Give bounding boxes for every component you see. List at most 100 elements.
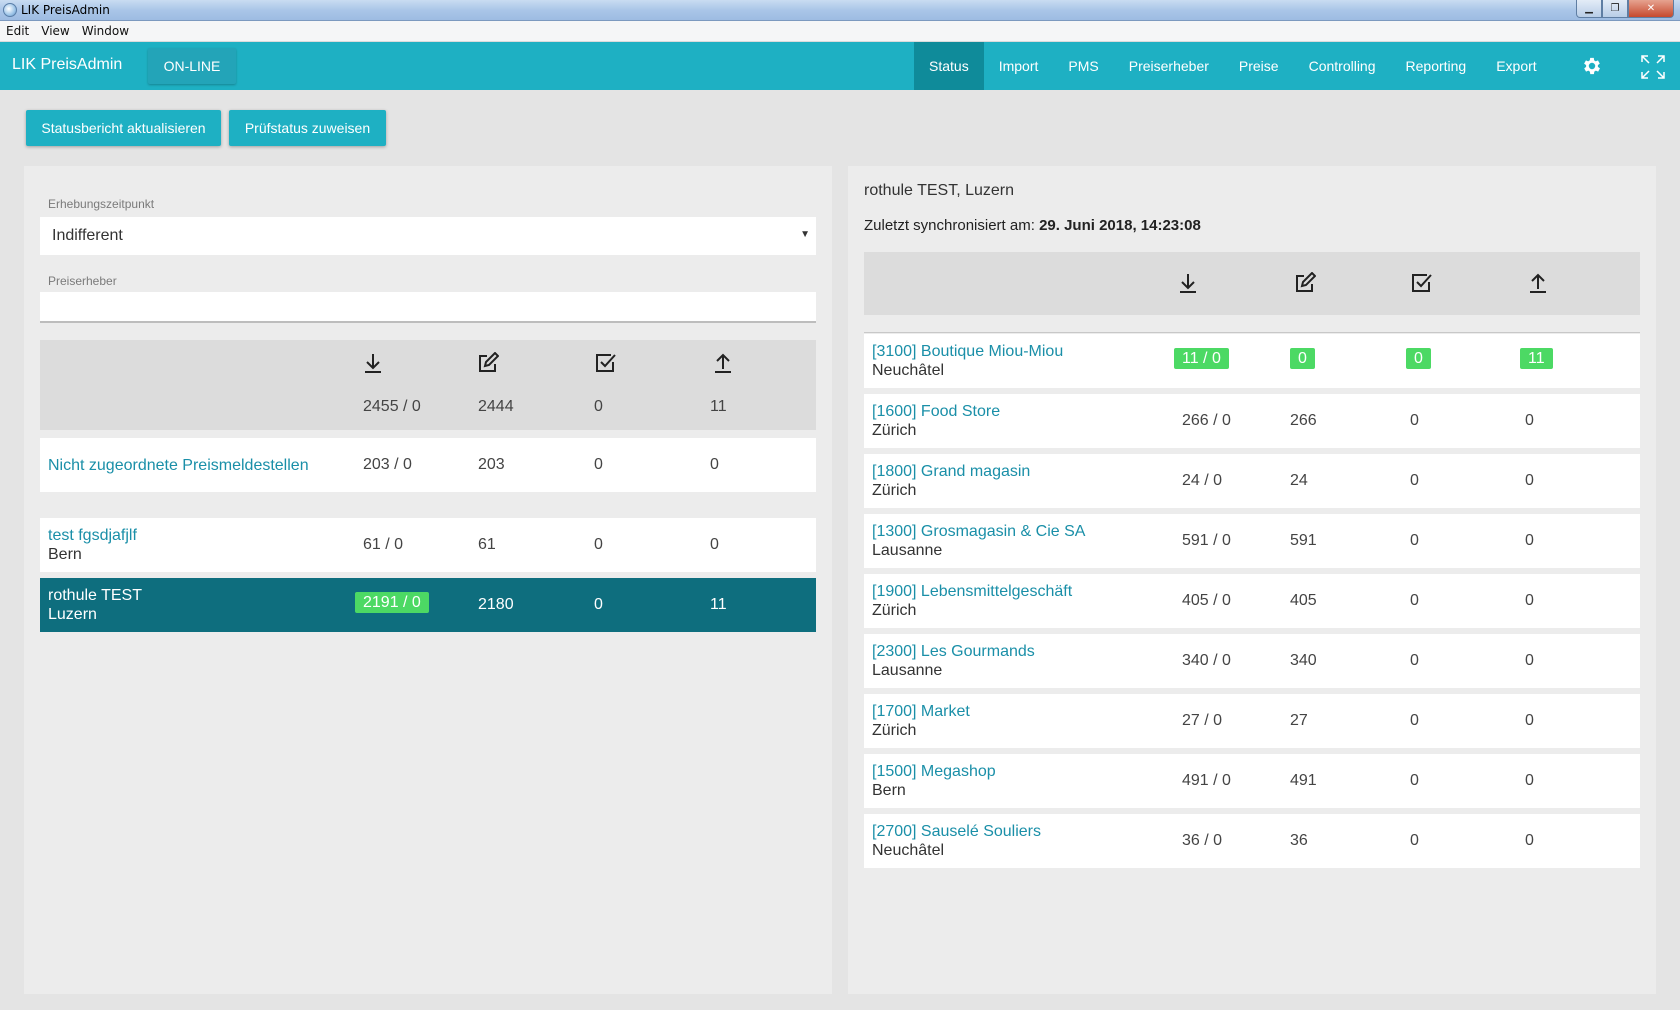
app-brand[interactable]: LIK PreisAdmin (12, 56, 122, 74)
app-icon (3, 3, 17, 17)
value-uploaded: 0 (1525, 772, 1534, 789)
unassigned-stores-row[interactable]: Nicht zugeordnete Preismeldestellen 203 … (40, 438, 816, 492)
collector-city: Bern (48, 546, 82, 563)
store-name[interactable]: [2300] Les Gourmands (872, 642, 1035, 661)
value-checked: 0 (594, 456, 603, 473)
sync-timestamp: 29. Juni 2018, 14:23:08 (1039, 217, 1201, 234)
window-title: LIK PreisAdmin (21, 3, 110, 17)
upload-icon (1530, 273, 1546, 293)
time-filter-select[interactable]: Indifferent ▼ (40, 217, 816, 255)
gear-icon[interactable] (1581, 55, 1603, 77)
store-name[interactable]: [1300] Grosmagasin & Cie SA (872, 522, 1085, 541)
collector-name[interactable]: rothule TEST (48, 586, 142, 605)
store-city: Bern (872, 782, 906, 799)
app-header: LIK PreisAdmin ON-LINE Status Import PMS… (0, 42, 1680, 90)
store-row[interactable]: [2700] Sauselé Souliers Neuchâtel 36 / 0 … (864, 814, 1640, 868)
store-name[interactable]: [1900] Lebensmittelgeschäft (872, 582, 1072, 601)
store-name[interactable]: [1600] Food Store (872, 402, 1000, 421)
store-name[interactable]: [3100] Boutique Miou-Miou (872, 342, 1063, 361)
time-filter-label: Erhebungszeitpunkt (48, 197, 155, 211)
tab-reporting[interactable]: Reporting (1391, 42, 1482, 90)
collector-row-selected[interactable]: rothule TEST Luzern 2191 / 0 2180 0 11 (40, 578, 816, 632)
tab-preise[interactable]: Preise (1224, 42, 1294, 90)
value-edited: 61 (478, 536, 496, 553)
restore-button[interactable]: ❐ (1602, 0, 1628, 18)
value-edited: 405 (1290, 592, 1317, 609)
total-edited: 2444 (478, 398, 514, 415)
total-imported: 2455 / 0 (363, 398, 421, 415)
value-uploaded: 0 (1525, 652, 1534, 669)
download-icon (1180, 274, 1196, 293)
collector-detail-title: rothule TEST, Luzern (864, 182, 1015, 199)
upload-icon (715, 353, 731, 373)
refresh-status-report-button[interactable]: Statusbericht aktualisieren (26, 110, 221, 146)
value-imported: 61 / 0 (363, 536, 404, 553)
value-edited: 340 (1290, 652, 1317, 669)
sync-info: Zuletzt synchronisiert am: 29. Juni 2018… (864, 217, 1201, 234)
value-checked: 0 (1410, 592, 1419, 609)
minimize-button[interactable]: ▁ (1576, 0, 1602, 18)
store-row[interactable]: [1300] Grosmagasin & Cie SA Lausanne 591 … (864, 514, 1640, 568)
value-checked: 0 (1410, 712, 1419, 729)
value-edited: 24 (1290, 472, 1308, 489)
collector-row[interactable]: test fgsdjafjlf Bern 61 / 0 61 0 0 (40, 518, 816, 572)
store-city: Neuchâtel (872, 362, 945, 379)
value-imported: 24 / 0 (1182, 472, 1223, 489)
edit-icon (1296, 272, 1316, 292)
tab-export[interactable]: Export (1481, 42, 1551, 90)
store-row[interactable]: [1800] Grand magasin Zürich 24 / 0 24 0 0 (864, 454, 1640, 508)
store-row[interactable]: [1500] Megashop Bern 491 / 0 491 0 0 (864, 754, 1640, 808)
menu-view[interactable]: View (35, 21, 75, 41)
store-city: Lausanne (872, 662, 943, 679)
store-row[interactable]: [1900] Lebensmittelgeschäft Zürich 405 / … (864, 574, 1640, 628)
menu-window[interactable]: Window (76, 21, 135, 41)
value-imported: 36 / 0 (1182, 832, 1223, 849)
tab-controlling[interactable]: Controlling (1294, 42, 1391, 90)
store-name[interactable]: [1800] Grand magasin (872, 462, 1030, 481)
tab-status[interactable]: Status (914, 42, 984, 90)
store-city: Zürich (872, 722, 917, 739)
value-checked: 0 (594, 596, 603, 613)
value-checked: 0 (1410, 532, 1419, 549)
tab-preiserheber[interactable]: Preiserheber (1114, 42, 1224, 90)
value-imported: 27 / 0 (1182, 712, 1223, 729)
value-edited: 203 (478, 456, 505, 473)
store-name[interactable]: [2700] Sauselé Souliers (872, 822, 1041, 841)
value-imported: 340 / 0 (1182, 652, 1231, 669)
store-row[interactable]: [1600] Food Store Zürich 266 / 0 266 0 0 (864, 394, 1640, 448)
value-uploaded-badge: 11 (1520, 348, 1553, 369)
collector-filter-input[interactable] (40, 292, 816, 323)
store-row[interactable]: [2300] Les Gourmands Lausanne 340 / 0 340… (864, 634, 1640, 688)
value-edited: 36 (1290, 832, 1308, 849)
stores-panel: rothule TEST, Luzern Zuletzt synchronisi… (848, 166, 1656, 994)
assign-check-status-button[interactable]: Prüfstatus zuweisen (229, 110, 386, 146)
totals-header: 2455 / 0 2444 0 11 (40, 340, 816, 430)
checked-icon (596, 354, 616, 372)
store-name[interactable]: [1500] Megashop (872, 762, 996, 781)
collector-name[interactable]: test fgsdjafjlf (48, 526, 137, 545)
menu-edit[interactable]: Edit (0, 21, 35, 41)
unassigned-stores-link[interactable]: Nicht zugeordnete Preismeldestellen (48, 456, 309, 475)
value-edited: 2180 (478, 596, 514, 613)
expand-icon[interactable] (1640, 54, 1666, 80)
online-status-button[interactable]: ON-LINE (148, 48, 236, 84)
store-city: Zürich (872, 602, 917, 619)
collector-city: Luzern (48, 606, 97, 623)
store-city: Neuchâtel (872, 842, 945, 859)
value-uploaded: 11 (710, 596, 727, 613)
value-imported-badge: 2191 / 0 (355, 592, 429, 613)
download-icon (365, 354, 381, 373)
store-city: Lausanne (872, 542, 943, 559)
store-name[interactable]: [1700] Market (872, 702, 970, 721)
collector-filter-label: Preiserheber (48, 274, 117, 288)
tab-import[interactable]: Import (984, 42, 1054, 90)
value-checked: 0 (1410, 652, 1419, 669)
store-row[interactable]: [1700] Market Zürich 27 / 0 27 0 0 (864, 694, 1640, 748)
value-uploaded: 0 (1525, 832, 1534, 849)
tab-pms[interactable]: PMS (1053, 42, 1113, 90)
value-checked-badge: 0 (1406, 348, 1431, 369)
close-button[interactable]: ✕ (1628, 0, 1674, 18)
store-row[interactable]: [3100] Boutique Miou-Miou Neuchâtel 11 / … (864, 334, 1640, 388)
window-controls: ▁ ❐ ✕ (1576, 0, 1674, 18)
value-uploaded: 0 (710, 536, 719, 553)
